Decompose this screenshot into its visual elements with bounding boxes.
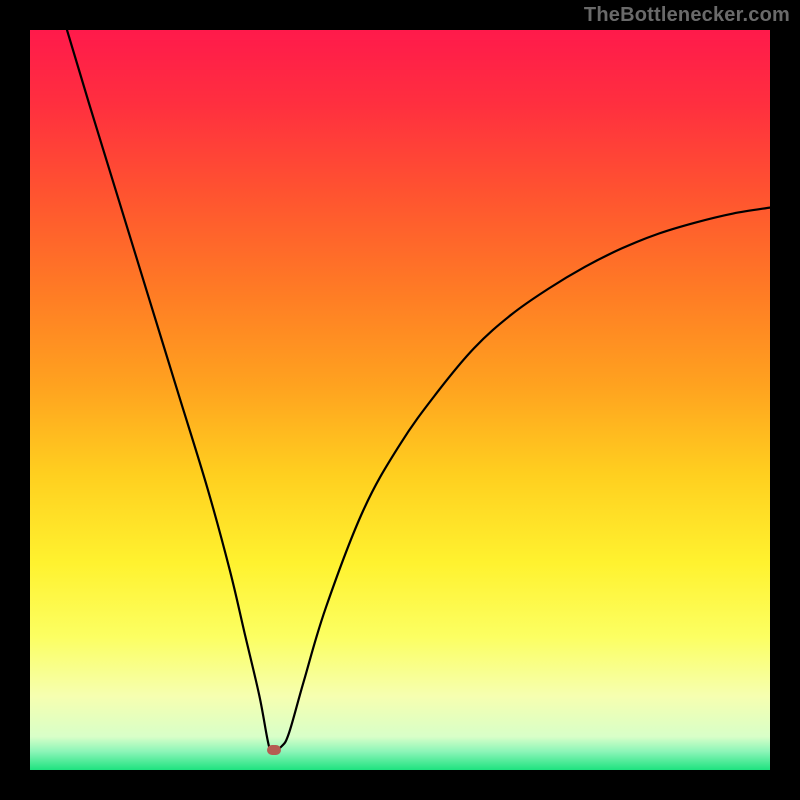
- chart-frame: TheBottlenecker.com: [0, 0, 800, 800]
- watermark-text: TheBottlenecker.com: [584, 4, 790, 27]
- bottleneck-curve: [30, 30, 770, 770]
- plot-area: [30, 30, 770, 770]
- optimal-point-marker: [267, 745, 281, 755]
